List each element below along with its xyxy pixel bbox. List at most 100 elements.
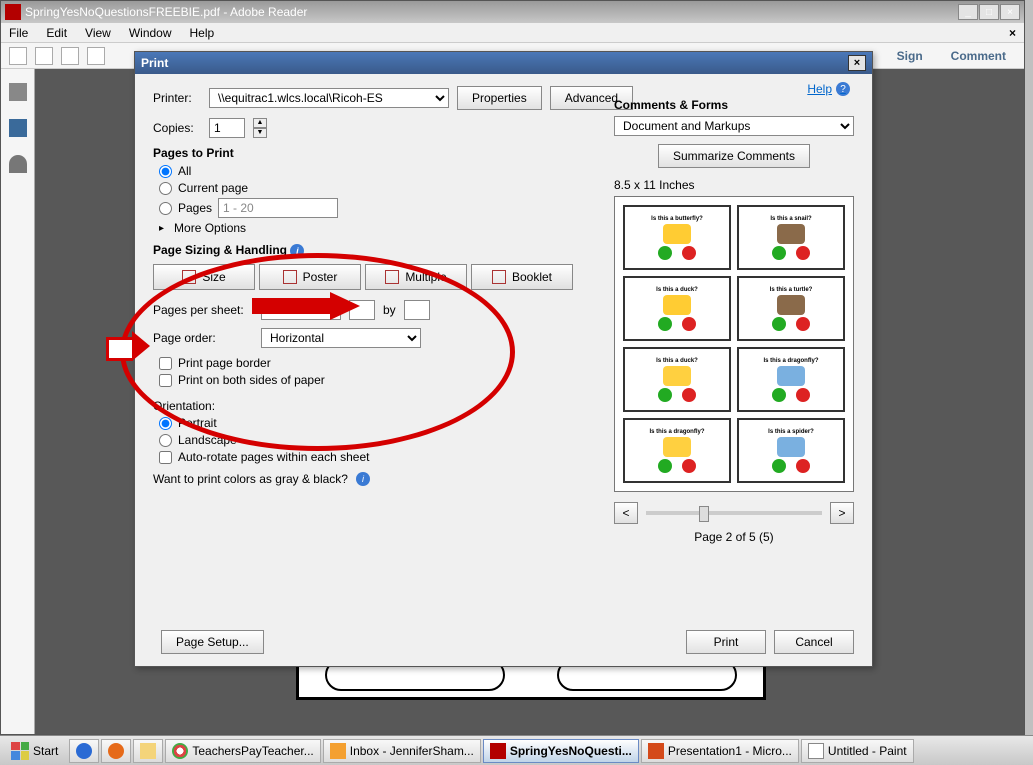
- portrait-label: Portrait: [178, 416, 217, 430]
- gray-label: Want to print colors as gray & black?: [153, 472, 348, 486]
- menu-file[interactable]: File: [5, 24, 32, 42]
- preview-slider[interactable]: [646, 511, 822, 515]
- pages-input[interactable]: [218, 198, 338, 218]
- chrome-icon: [172, 743, 188, 759]
- open-icon[interactable]: [9, 47, 27, 65]
- by-label: by: [383, 303, 396, 317]
- start-label: Start: [33, 744, 58, 758]
- close-button[interactable]: ×: [1000, 4, 1020, 20]
- ie-icon: [76, 743, 92, 759]
- copies-up[interactable]: ▲: [253, 118, 267, 128]
- menu-window[interactable]: Window: [125, 24, 176, 42]
- preview-card: Is this a dragonfly?: [623, 418, 731, 483]
- dialog-title: Print: [141, 56, 168, 70]
- current-radio[interactable]: [159, 182, 172, 195]
- size-icon: [182, 270, 196, 284]
- attachment-icon[interactable]: [9, 155, 27, 173]
- landscape-radio[interactable]: [159, 434, 172, 447]
- pps-label: Pages per sheet:: [153, 303, 253, 317]
- autorotate-check[interactable]: [159, 451, 172, 464]
- window-title: SpringYesNoQuestionsFREEBIE.pdf - Adobe …: [25, 5, 958, 19]
- preview-card: Is this a spider?: [737, 418, 845, 483]
- prev-page-button[interactable]: <: [614, 502, 638, 524]
- pages-label: Pages: [178, 201, 212, 215]
- maximize-button[interactable]: □: [979, 4, 999, 20]
- preview-size: 8.5 x 11 Inches: [614, 178, 854, 192]
- menu-view[interactable]: View: [81, 24, 115, 42]
- summarize-button[interactable]: Summarize Comments: [658, 144, 810, 168]
- border-check[interactable]: [159, 357, 172, 370]
- outlook-icon: [330, 743, 346, 759]
- page-counter: Page 2 of 5 (5): [614, 530, 854, 544]
- print-icon[interactable]: [61, 47, 79, 65]
- start-button[interactable]: Start: [2, 739, 67, 763]
- mail-icon[interactable]: [87, 47, 105, 65]
- preview-card: Is this a duck?: [623, 276, 731, 341]
- comment-button[interactable]: Comment: [941, 49, 1016, 63]
- windows-icon: [11, 742, 29, 760]
- comments-select[interactable]: Document and Markups: [614, 116, 854, 136]
- size-button[interactable]: Size: [153, 264, 255, 290]
- comments-heading: Comments & Forms: [614, 98, 854, 112]
- minimize-button[interactable]: _: [958, 4, 978, 20]
- bookmark-icon[interactable]: [9, 119, 27, 137]
- taskbar-outlook[interactable]: Inbox - JenniferSham...: [323, 739, 481, 763]
- copies-down[interactable]: ▼: [253, 128, 267, 138]
- preview-card: Is this a duck?: [623, 347, 731, 412]
- properties-button[interactable]: Properties: [457, 86, 542, 110]
- preview-card: Is this a turtle?: [737, 276, 845, 341]
- both-sides-check[interactable]: [159, 374, 172, 387]
- pdf-icon: [490, 743, 506, 759]
- by-box-2[interactable]: [404, 300, 430, 320]
- menu-help[interactable]: Help: [186, 24, 219, 42]
- nav-rail: [1, 69, 35, 734]
- taskbar-chrome[interactable]: TeachersPayTeacher...: [165, 739, 320, 763]
- save-icon[interactable]: [35, 47, 53, 65]
- gray-info-icon[interactable]: i: [356, 472, 370, 486]
- taskbar: Start TeachersPayTeacher... Inbox - Jenn…: [0, 735, 1033, 765]
- next-page-button[interactable]: >: [830, 502, 854, 524]
- sign-button[interactable]: Sign: [887, 49, 933, 63]
- taskbar-powerpoint[interactable]: Presentation1 - Micro...: [641, 739, 799, 763]
- taskbar-paint[interactable]: Untitled - Paint: [801, 739, 914, 763]
- dialog-close-button[interactable]: ×: [848, 55, 866, 71]
- annotation-arrow-pps: [106, 333, 150, 359]
- preview-card: Is this a dragonfly?: [737, 347, 845, 412]
- dialog-titlebar: Print ×: [135, 52, 872, 74]
- copies-input[interactable]: [209, 118, 245, 138]
- doc-close-icon[interactable]: ×: [1005, 24, 1020, 42]
- info-icon[interactable]: i: [290, 244, 304, 258]
- page-order-select[interactable]: Horizontal: [261, 328, 421, 348]
- all-label: All: [178, 164, 191, 178]
- taskbar-ie[interactable]: [69, 739, 99, 763]
- autorotate-label: Auto-rotate pages within each sheet: [178, 450, 369, 464]
- booklet-button[interactable]: Booklet: [471, 264, 573, 290]
- taskbar-firefox[interactable]: [101, 739, 131, 763]
- page-order-label: Page order:: [153, 331, 253, 345]
- adobe-icon: [5, 4, 21, 20]
- booklet-icon: [492, 270, 506, 284]
- multiple-icon: [385, 270, 399, 284]
- menubar: File Edit View Window Help ×: [1, 23, 1024, 43]
- menu-edit[interactable]: Edit: [42, 24, 71, 42]
- paint-icon: [808, 743, 824, 759]
- cancel-button[interactable]: Cancel: [774, 630, 854, 654]
- portrait-radio[interactable]: [159, 417, 172, 430]
- taskbar-explorer[interactable]: [133, 739, 163, 763]
- all-radio[interactable]: [159, 165, 172, 178]
- page-setup-button[interactable]: Page Setup...: [161, 630, 264, 654]
- poster-icon: [283, 270, 297, 284]
- both-label: Print on both sides of paper: [178, 373, 325, 387]
- pages-radio[interactable]: [159, 202, 172, 215]
- titlebar: SpringYesNoQuestionsFREEBIE.pdf - Adobe …: [1, 1, 1024, 23]
- printer-label: Printer:: [153, 91, 201, 105]
- pages-icon[interactable]: [9, 83, 27, 101]
- taskbar-adobe[interactable]: SpringYesNoQuesti...: [483, 739, 639, 763]
- multiple-button[interactable]: Multiple: [365, 264, 467, 290]
- printer-select[interactable]: \\equitrac1.wlcs.local\Ricoh-ES: [209, 88, 449, 108]
- print-dialog: Print × Help ? Printer: \\equitrac1.wlcs…: [134, 51, 873, 667]
- print-preview: Is this a butterfly? Is this a snail? Is…: [614, 196, 854, 492]
- poster-button[interactable]: Poster: [259, 264, 361, 290]
- copies-label: Copies:: [153, 121, 201, 135]
- print-button[interactable]: Print: [686, 630, 766, 654]
